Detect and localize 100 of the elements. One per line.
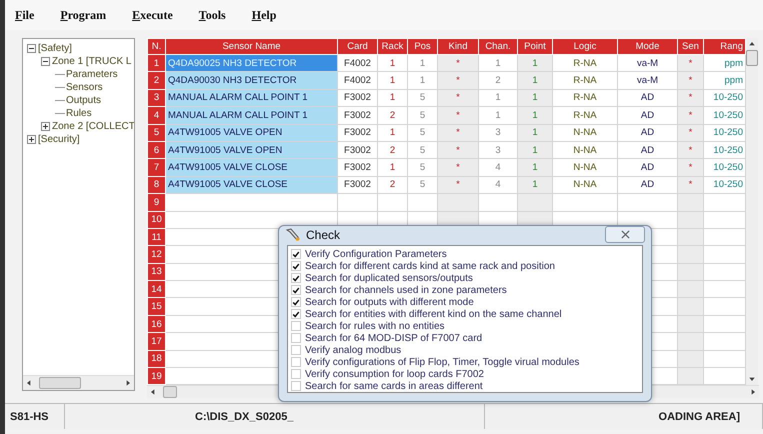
collapse-icon[interactable] (41, 57, 50, 66)
checkbox[interactable] (291, 357, 301, 367)
close-button[interactable] (605, 226, 645, 243)
checkbox[interactable] (291, 273, 301, 283)
table-cell: ppm (704, 72, 746, 90)
vertical-scrollbar[interactable] (746, 38, 758, 386)
table-cell: AD (618, 141, 678, 159)
tree-item[interactable]: Rules (66, 108, 92, 119)
expand-icon[interactable] (27, 135, 36, 144)
row-number: 5 (148, 124, 166, 142)
scroll-left-icon[interactable] (25, 379, 33, 387)
scroll-right-icon[interactable] (749, 388, 757, 396)
scroll-down-icon[interactable] (748, 375, 756, 384)
empty-row[interactable]: 9 (148, 194, 746, 212)
checkbox[interactable] (291, 309, 301, 319)
table-cell: A4TW91005 VALVE OPEN (166, 124, 338, 142)
row-number: 6 (148, 141, 166, 159)
row-number: 7 (148, 158, 166, 176)
table-cell: 10-250 (704, 89, 746, 107)
table-cell: R-NA (552, 72, 618, 90)
column-header[interactable]: Sensor Name (166, 38, 338, 54)
checkbox[interactable] (291, 297, 301, 307)
table-cell: 10-250 (704, 176, 746, 194)
tree-item[interactable]: [Security] (38, 134, 80, 145)
column-header[interactable]: Logic (552, 38, 618, 54)
tree-item[interactable]: Outputs (66, 95, 102, 106)
column-header[interactable]: Chan. (478, 38, 518, 54)
table-cell: ppm (704, 54, 746, 72)
row-number: 13 (148, 263, 166, 281)
scroll-left-icon[interactable] (149, 388, 157, 396)
table-cell: * (678, 54, 704, 72)
scroll-thumb[interactable] (163, 386, 177, 398)
table-cell: Q4DA90030 NH3 DETECTOR (166, 72, 338, 90)
table-cell: 4 (478, 158, 518, 176)
table-cell: MANUAL ALARM CALL POINT 1 (166, 89, 338, 107)
table-cell: 1 (408, 72, 438, 90)
column-header[interactable]: Rack (378, 38, 408, 54)
option-label: Search for outputs with different mode (305, 296, 474, 308)
scroll-up-icon[interactable] (748, 40, 756, 48)
column-header[interactable]: N. (148, 38, 166, 54)
table-cell: * (678, 158, 704, 176)
table-cell: F4002 (338, 72, 378, 90)
table-cell: 5 (408, 176, 438, 194)
scroll-thumb[interactable] (746, 50, 758, 66)
table-cell: 1 (378, 54, 408, 72)
table-cell: * (678, 176, 704, 194)
column-header[interactable]: Sen (678, 38, 704, 54)
checkbox[interactable] (291, 381, 301, 391)
scroll-thumb[interactable] (39, 377, 81, 389)
table-cell: 1 (408, 54, 438, 72)
checkbox[interactable] (291, 333, 301, 343)
checkbox[interactable] (291, 369, 301, 379)
column-header[interactable]: Mode (618, 38, 678, 54)
row-number: 15 (148, 298, 166, 316)
table-cell: 5 (408, 141, 438, 159)
table-cell: * (438, 106, 478, 124)
column-header[interactable]: Rang (704, 38, 746, 54)
table-cell: * (438, 124, 478, 142)
table-cell: N-NA (552, 141, 618, 159)
column-header[interactable]: Card (338, 38, 378, 54)
expand-icon[interactable] (41, 122, 50, 131)
file-path: C:\DIS_DX_S0205_ (65, 404, 485, 429)
table-cell: 1 (518, 176, 552, 194)
table-cell: 1 (518, 106, 552, 124)
row-number: 2 (148, 72, 166, 90)
table-cell: 3 (478, 141, 518, 159)
checkbox[interactable] (291, 249, 301, 259)
column-header[interactable]: Pos (408, 38, 438, 54)
collapse-icon[interactable] (27, 44, 36, 53)
table-cell: 5 (408, 106, 438, 124)
tree-item[interactable]: Parameters (66, 69, 118, 80)
checkbox[interactable] (291, 261, 301, 271)
checkbox[interactable] (291, 345, 301, 355)
tree-item[interactable]: Zone 1 [TRUCK L (52, 56, 132, 67)
menu-item[interactable]: Help (252, 8, 276, 22)
table-cell: * (438, 141, 478, 159)
menu-item[interactable]: Program (60, 8, 106, 22)
menu-item[interactable]: Execute (132, 8, 173, 22)
menu-item[interactable]: File (15, 8, 34, 22)
table-cell: * (678, 72, 704, 90)
table-cell: F3002 (338, 141, 378, 159)
tree-item[interactable]: [Safety] (38, 43, 72, 54)
table-cell: F3002 (338, 124, 378, 142)
table-cell: 3 (478, 124, 518, 142)
status-text: OADING AREA] (485, 404, 763, 429)
checkbox[interactable] (291, 285, 301, 295)
option-label: Verify analog modbus (305, 344, 402, 356)
column-header[interactable]: Kind (438, 38, 478, 54)
column-header[interactable]: Point (518, 38, 552, 54)
table-cell: 10-250 (704, 124, 746, 142)
table-cell: 2 (378, 176, 408, 194)
menu-item[interactable]: Tools (198, 8, 226, 22)
horizontal-scrollbar[interactable] (23, 375, 134, 390)
checkbox[interactable] (291, 321, 301, 331)
tree-item[interactable]: Sensors (66, 82, 103, 93)
option-label: Search for different cards kind at same rack and position (305, 260, 555, 272)
scroll-right-icon[interactable] (124, 379, 132, 387)
wrench-icon (285, 228, 301, 242)
table-cell: Q4DA90025 NH3 DETECTOR (166, 54, 338, 72)
table-cell: R-NA (552, 54, 618, 72)
